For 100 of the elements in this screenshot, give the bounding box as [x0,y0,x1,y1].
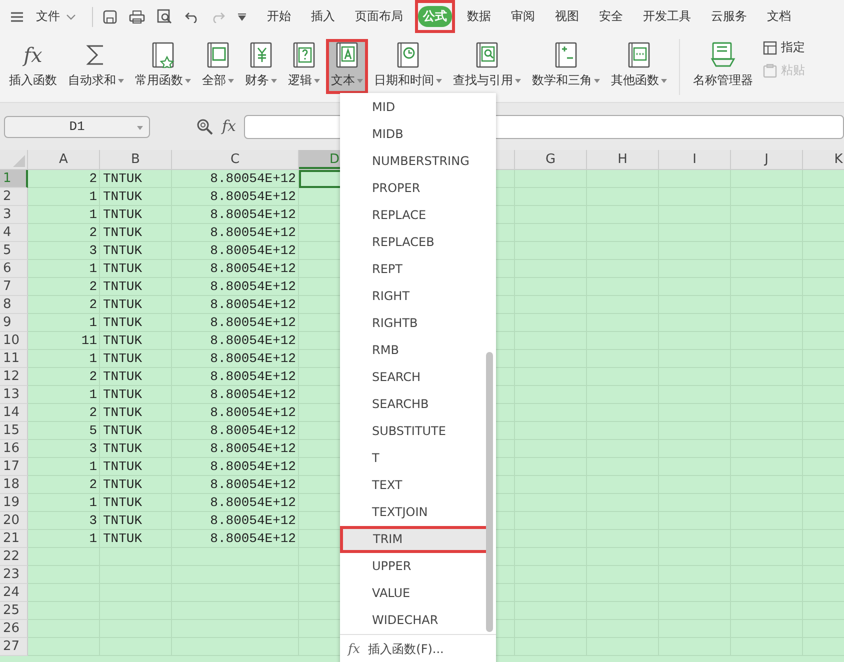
menu-item[interactable]: T [340,445,484,472]
ribbon-button[interactable]: 其他函数 [606,39,672,94]
file-menu[interactable]: 文件 [36,8,60,25]
insert-function-item[interactable]: 插入函数(F)... [368,640,444,658]
column-header[interactable]: A [28,150,100,169]
row-header[interactable]: 15 [0,422,28,440]
undo-icon[interactable] [185,10,199,22]
table-cell-text: 2 [88,296,98,314]
row-header[interactable]: 11 [0,350,28,368]
menu-item[interactable]: TEXT [340,472,484,499]
table-cell-text: 8.80054E+12 [209,278,297,296]
menu-tab[interactable]: 审阅 [503,0,543,33]
menu-item[interactable]: REPLACEB [340,229,484,256]
row-header[interactable]: 2 [0,188,28,206]
row-header[interactable]: 25 [0,602,28,620]
ribbon-button[interactable]: 名称管理器 [688,39,758,94]
menu-item[interactable]: WIDECHAR [340,607,484,634]
function-icon[interactable]: fx [222,119,236,134]
row-header[interactable]: 13 [0,386,28,404]
menu-item[interactable]: SEARCH [340,364,484,391]
column-header[interactable]: H [587,150,659,169]
zoom-icon[interactable] [196,118,214,136]
menu-tab[interactable]: 开始 [259,0,299,33]
ribbon-button[interactable]: 文本 [326,39,368,94]
menu-item[interactable]: UPPER [340,553,484,580]
menu-item[interactable]: TEXTJOIN [340,499,484,526]
menu-item[interactable]: MIDB [340,121,484,148]
row-header[interactable]: 10 [0,332,28,350]
row-header[interactable]: 20 [0,512,28,530]
row-header[interactable]: 14 [0,404,28,422]
row-header[interactable]: 7 [0,278,28,296]
row-header[interactable]: 12 [0,368,28,386]
column-header[interactable]: K [803,150,844,169]
menu-tab[interactable]: 插入 [303,0,343,33]
ribbon-button[interactable]: 自动求和 [63,39,129,94]
scrollbar-thumb[interactable] [486,352,493,632]
row-header[interactable]: 27 [0,638,28,656]
row-header[interactable]: 19 [0,494,28,512]
column-header[interactable]: B [100,150,172,169]
column-header[interactable]: J [731,150,803,169]
menu-item[interactable]: RIGHT [340,283,484,310]
print-icon[interactable] [129,10,145,24]
menu-tab[interactable]: 开发工具 [635,0,699,33]
menu-tab[interactable]: 云服务 [703,0,755,33]
menu-item[interactable]: SUBSTITUTE [340,418,484,445]
menu-item[interactable]: RMB [340,337,484,364]
menu-icon[interactable] [10,10,24,22]
row-header[interactable]: 5 [0,242,28,260]
menu-tab[interactable]: 视图 [547,0,587,33]
row-header[interactable]: 6 [0,260,28,278]
table-cell-text: 1 [88,386,98,404]
row-header[interactable]: 9 [0,314,28,332]
menu-tab[interactable]: 安全 [591,0,631,33]
table-cell-text: 8.80054E+12 [209,440,297,458]
row-header[interactable]: 8 [0,296,28,314]
table-cell-text: 8.80054E+12 [209,170,297,188]
menu-tab[interactable]: 数据 [459,0,499,33]
ribbon-button[interactable]: 查找与引用 [448,39,526,94]
ribbon-button[interactable]: 数学和三角 [527,39,605,94]
table-cell-text: TNTUK [102,224,144,242]
row-header[interactable]: 24 [0,584,28,602]
ribbon-button[interactable]: 逻辑 [283,39,325,94]
menu-item[interactable]: RIGHTB [340,310,484,337]
caret-icon[interactable] [66,14,76,20]
customize-caret-icon[interactable] [237,12,247,20]
menu-item[interactable]: REPLACE [340,202,484,229]
ribbon-small-button[interactable]: 指定 [763,39,805,56]
column-header[interactable]: G [515,150,587,169]
menu-item[interactable]: MID [340,94,484,121]
row-header[interactable]: 22 [0,548,28,566]
name-manager-icon [710,42,736,68]
menu-tab[interactable]: 文档 [759,0,799,33]
menu-item[interactable]: REPT [340,256,484,283]
ribbon-button[interactable]: 财务 [240,39,282,94]
table-cell-text: 8.80054E+12 [209,314,297,332]
row-header[interactable]: 17 [0,458,28,476]
table-cell-text: 2 [88,224,98,242]
menu-item[interactable]: VALUE [340,580,484,607]
name-box[interactable]: D1 [4,116,150,138]
table-cell-text: TNTUK [102,404,144,422]
row-header[interactable]: 4 [0,224,28,242]
table-cell-text: TNTUK [102,188,144,206]
row-header[interactable]: 23 [0,566,28,584]
ribbon-button[interactable]: fx 插入函数 [4,39,62,94]
column-header[interactable]: I [659,150,731,169]
ribbon-button[interactable]: 全部 [197,39,239,94]
function-icon: fx [348,642,360,656]
row-header[interactable]: 18 [0,476,28,494]
menu-item[interactable]: SEARCHB [340,391,484,418]
row-header[interactable]: 26 [0,620,28,638]
preview-icon[interactable] [157,9,173,24]
table-cell-text: TNTUK [102,260,144,278]
table-cell-text: 2 [88,476,98,494]
row-header[interactable]: 16 [0,440,28,458]
menu-tab[interactable]: 页面布局 [347,0,411,33]
row-header[interactable]: 21 [0,530,28,548]
ribbon-button[interactable]: 常用函数 [130,39,196,94]
row-header[interactable]: 3 [0,206,28,224]
menu-item[interactable]: PROPER [340,175,484,202]
save-icon[interactable] [103,10,117,24]
